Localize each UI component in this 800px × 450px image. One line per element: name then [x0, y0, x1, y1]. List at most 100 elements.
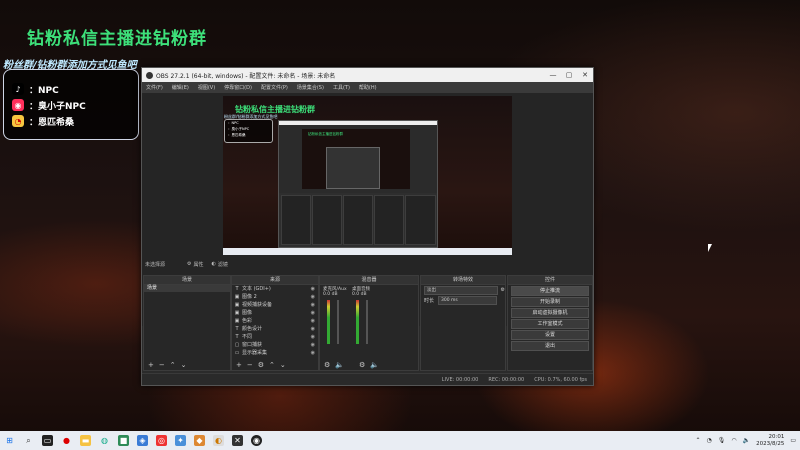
eye-icon[interactable]: ◉: [311, 325, 315, 333]
source-name: 图像 2: [242, 294, 257, 300]
studio-mode-button[interactable]: 工作室模式: [511, 319, 589, 329]
close-button[interactable]: ✕: [577, 68, 593, 82]
source-name: 图像: [242, 310, 253, 316]
remove-icon[interactable]: −: [159, 361, 165, 369]
source-item[interactable]: ▢ 窗口捕获 ◉: [232, 341, 318, 349]
start-recording-button[interactable]: 开始录制: [511, 297, 589, 307]
gear-icon[interactable]: ⚙: [501, 287, 505, 293]
contact-row-tiktok: ♪ ：NPC: [12, 82, 59, 96]
scene-item[interactable]: 场景: [144, 285, 230, 292]
menu-help[interactable]: 帮助(H): [359, 84, 377, 91]
preview-area: 钻粉私信主播进钻粉群 粉丝群/钻粉群添加方式见鱼吧 ：NPC ：臭小子NPC ：…: [142, 93, 593, 371]
chevron-up-icon[interactable]: ⌃: [695, 437, 700, 444]
eye-icon[interactable]: ◉: [311, 301, 315, 309]
contact-box: ♪ ：NPC ◉ ：臭小子NPC ◔ ：恩匹希桑: [3, 69, 139, 140]
menu-docks[interactable]: 停靠窗口(D): [224, 84, 252, 91]
speaker-icon[interactable]: 🔈: [335, 361, 344, 369]
settings-button[interactable]: 设置: [511, 330, 589, 340]
source-item[interactable]: ▣ 色彩 ◉: [232, 317, 318, 325]
gear-icon[interactable]: ⚙: [187, 261, 191, 267]
menu-view[interactable]: 视图(V): [198, 84, 215, 91]
clock[interactable]: 20:01 2023/8/25: [756, 434, 784, 447]
source-item[interactable]: ▣ 图像 2 ◉: [232, 293, 318, 301]
source-item[interactable]: T 不同 ◉: [232, 333, 318, 341]
app-icon[interactable]: ✕: [232, 435, 243, 446]
mic-icon[interactable]: 🎙: [718, 437, 726, 444]
text-source-icon: T: [235, 326, 239, 332]
scenes-dock: 场景 场景 + − ⌃ ⌄: [143, 275, 231, 371]
mixer-header: 混音器: [320, 276, 418, 285]
app-icon[interactable]: ✦: [175, 435, 186, 446]
move-up-icon[interactable]: ⌃: [269, 361, 275, 369]
eye-icon[interactable]: ◉: [311, 333, 315, 341]
move-up-icon[interactable]: ⌃: [170, 361, 176, 369]
eye-icon[interactable]: ◉: [311, 317, 315, 325]
filters-button[interactable]: 滤镜: [218, 261, 228, 268]
speaker-icon[interactable]: 🔈: [370, 361, 379, 369]
source-name: 颜色设计: [242, 326, 263, 332]
wifi-icon[interactable]: ◠: [731, 437, 736, 444]
source-item[interactable]: T 颜色设计 ◉: [232, 325, 318, 333]
network-icon[interactable]: ◔: [707, 437, 712, 444]
app-icon[interactable]: ◐: [213, 435, 224, 446]
netease-icon[interactable]: ◎: [156, 435, 167, 446]
menu-tools[interactable]: 工具(T): [333, 84, 350, 91]
source-item[interactable]: ▣ 视频捕获设备 ◉: [232, 301, 318, 309]
move-down-icon[interactable]: ⌄: [280, 361, 286, 369]
transitions-header: 转场特效: [421, 276, 505, 285]
nested-dock: [281, 195, 311, 245]
menu-edit[interactable]: 编辑(E): [172, 84, 189, 91]
add-icon[interactable]: +: [236, 361, 242, 369]
edge-icon[interactable]: ◍: [99, 435, 110, 446]
start-icon[interactable]: ⊞: [4, 435, 15, 446]
search-icon[interactable]: ⌕: [23, 435, 34, 446]
gear-icon[interactable]: ⚙: [258, 361, 264, 369]
exit-button[interactable]: 退出: [511, 341, 589, 351]
app-icon[interactable]: ◈: [137, 435, 148, 446]
app-icon[interactable]: ■: [118, 435, 129, 446]
move-down-icon[interactable]: ⌄: [181, 361, 187, 369]
maximize-button[interactable]: ▢: [561, 68, 577, 82]
minimize-button[interactable]: —: [545, 68, 561, 82]
start-virtual-camera-button[interactable]: 启动虚拟摄像机: [511, 308, 589, 318]
source-item[interactable]: ▭ 显示器采集 ◉: [232, 349, 318, 357]
volume-icon[interactable]: 🔈: [743, 437, 750, 444]
source-item[interactable]: T 文本 (GDI+) ◉: [232, 285, 318, 293]
menu-scene-collection[interactable]: 场景集合(S): [297, 84, 324, 91]
menu-file[interactable]: 文件(F): [146, 84, 163, 91]
contact-label: ：臭小子NPC: [29, 101, 86, 112]
eye-icon[interactable]: ◉: [311, 349, 315, 357]
notification-icon[interactable]: ▭: [790, 437, 796, 444]
image-source-icon: ▣: [234, 310, 240, 316]
volume-fader[interactable]: [337, 300, 339, 344]
properties-button[interactable]: 属性: [194, 261, 204, 268]
menu-profile[interactable]: 配置文件(P): [261, 84, 288, 91]
source-name: 不同: [242, 334, 253, 340]
source-name: 色彩: [242, 318, 253, 324]
nested-docks: [279, 193, 437, 247]
eye-icon[interactable]: ◉: [311, 293, 315, 301]
transition-type-select[interactable]: 淡出: [424, 285, 498, 295]
eye-icon[interactable]: ◉: [311, 285, 315, 293]
preview-canvas[interactable]: 钻粉私信主播进钻粉群 粉丝群/钻粉群添加方式见鱼吧 ：NPC ：臭小子NPC ：…: [223, 96, 512, 255]
obs-taskbar-icon[interactable]: ◉: [251, 435, 262, 446]
app-icon[interactable]: ◆: [194, 435, 205, 446]
qq-icon[interactable]: ●: [61, 435, 72, 446]
live-status: LIVE: 00:00:00: [441, 376, 479, 383]
obs-titlebar[interactable]: OBS 27.2.1 (64-bit, windows) - 配置文件: 未命名…: [142, 68, 593, 82]
duration-input[interactable]: 300 ms: [438, 295, 498, 305]
stop-streaming-button[interactable]: 停止推流: [511, 286, 589, 296]
eye-icon[interactable]: ◉: [311, 309, 315, 317]
task-view-icon[interactable]: ▭: [42, 435, 53, 446]
remove-icon[interactable]: −: [247, 361, 253, 369]
gear-icon[interactable]: ⚙: [359, 361, 365, 369]
filter-icon[interactable]: ◐: [212, 261, 216, 267]
eye-icon[interactable]: ◉: [311, 341, 315, 349]
add-icon[interactable]: +: [148, 361, 154, 369]
gear-icon[interactable]: ⚙: [324, 361, 330, 369]
window-source-icon: ▢: [234, 342, 240, 348]
volume-fader[interactable]: [366, 300, 368, 344]
channel-db: 0.0 dB: [323, 292, 338, 297]
source-item[interactable]: ▣ 图像 ◉: [232, 309, 318, 317]
folder-icon[interactable]: ▬: [80, 435, 91, 446]
